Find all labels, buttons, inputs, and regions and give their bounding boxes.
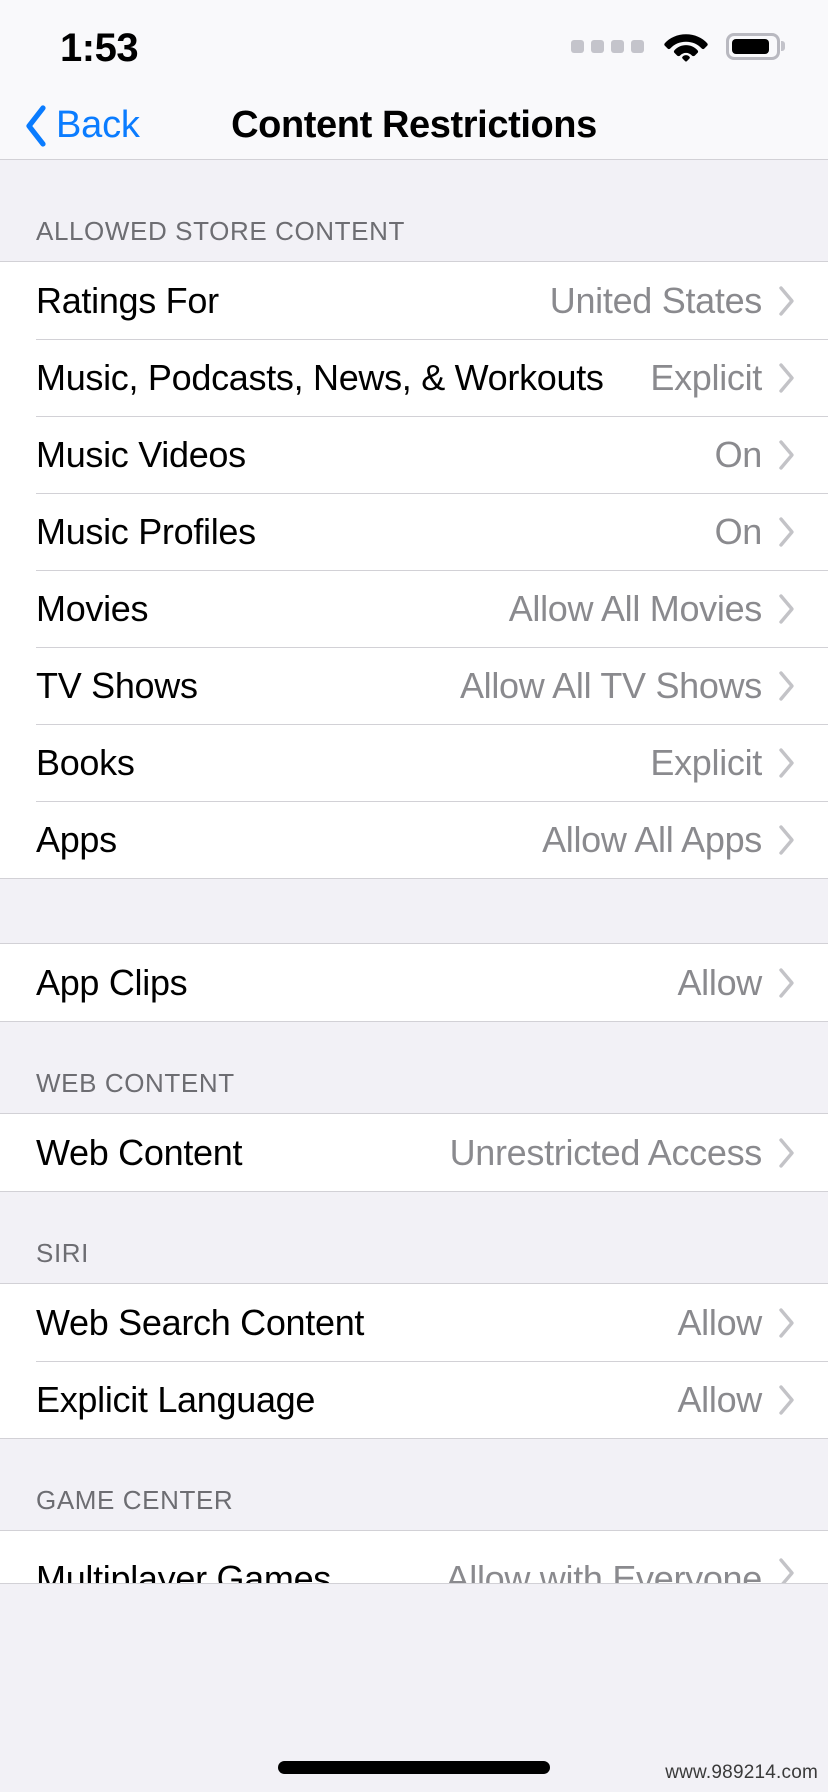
status-bar-time: 1:53 <box>60 26 139 70</box>
row-label: Music Profiles <box>36 510 256 552</box>
row-accessory: Allow All TV Shows <box>460 665 796 707</box>
row-value: Explicit <box>650 741 762 783</box>
section-header-game-center: GAME CENTER <box>0 1439 828 1530</box>
row-label: TV Shows <box>36 664 198 706</box>
row-web-search-content[interactable]: Web Search Content Allow <box>0 1284 828 1361</box>
chevron-right-icon <box>779 967 794 998</box>
section-group-game-center: Multiplayer Games Allow with Everyone <box>0 1530 828 1584</box>
row-value: On <box>714 510 763 552</box>
row-value: Allow <box>677 1301 762 1343</box>
chevron-right-icon <box>779 1384 794 1415</box>
row-label: Music Videos <box>36 433 246 475</box>
chevron-right-icon <box>779 670 794 701</box>
row-accessory: On <box>715 434 796 476</box>
row-label: Multiplayer Games <box>36 1558 331 1584</box>
row-accessory: Allow with Everyone <box>446 1531 796 1583</box>
row-label: Movies <box>36 587 149 629</box>
chevron-left-icon <box>26 104 46 147</box>
row-value: On <box>714 433 763 475</box>
row-value: Allow All Movies <box>508 587 763 629</box>
row-app-clips[interactable]: App Clips Allow <box>0 944 828 1021</box>
row-label: Books <box>36 741 135 783</box>
row-label: Music, Podcasts, News, & Workouts <box>36 356 604 398</box>
row-label: Explicit Language <box>36 1378 316 1420</box>
row-accessory: Allow <box>677 1379 796 1421</box>
row-accessory: Unrestricted Access <box>450 1132 796 1174</box>
row-accessory: Explicit <box>650 357 796 399</box>
navigation-bar: Back Content Restrictions <box>0 92 828 160</box>
row-tv-shows[interactable]: TV Shows Allow All TV Shows <box>0 647 828 724</box>
section-group-allowed-store-content: Ratings For United States Music, Podcast… <box>0 261 828 879</box>
section-gap <box>0 879 828 943</box>
signal-dots-icon <box>571 39 644 53</box>
back-button[interactable]: Back <box>24 104 140 148</box>
row-apps[interactable]: Apps Allow All Apps <box>0 801 828 878</box>
row-value: Allow <box>677 1378 762 1420</box>
row-music-profiles[interactable]: Music Profiles On <box>0 493 828 570</box>
status-bar: 1:53 <box>0 0 828 92</box>
chevron-right-icon <box>779 824 794 855</box>
row-music-podcasts-news-workouts[interactable]: Music, Podcasts, News, & Workouts Explic… <box>0 339 828 416</box>
row-value: United States <box>549 279 763 321</box>
chevron-right-icon <box>779 1137 794 1168</box>
row-accessory: Allow <box>677 962 796 1004</box>
section-group-app-clips: App Clips Allow <box>0 943 828 1022</box>
wifi-icon <box>664 34 708 62</box>
row-value: Allow All TV Shows <box>459 664 762 706</box>
row-label: Apps <box>36 818 117 860</box>
section-header-web-content: WEB CONTENT <box>0 1022 828 1113</box>
row-label: Web Content <box>36 1131 243 1173</box>
row-explicit-language[interactable]: Explicit Language Allow <box>0 1361 828 1438</box>
row-web-content[interactable]: Web Content Unrestricted Access <box>0 1114 828 1191</box>
row-books[interactable]: Books Explicit <box>0 724 828 801</box>
row-ratings-for[interactable]: Ratings For United States <box>0 262 828 339</box>
home-indicator[interactable] <box>278 1761 550 1774</box>
status-bar-indicators <box>571 30 780 62</box>
battery-icon <box>726 32 780 60</box>
row-value: Allow All Apps <box>542 818 762 860</box>
row-label: App Clips <box>36 961 188 1003</box>
row-value: Explicit <box>650 356 762 398</box>
row-accessory: On <box>715 511 796 553</box>
iphone-screen: 1:53 Back Content Restrictions ALLOWED S… <box>0 0 828 1792</box>
row-music-videos[interactable]: Music Videos On <box>0 416 828 493</box>
row-value: Allow with Everyone <box>445 1558 763 1584</box>
back-button-label: Back <box>56 104 140 146</box>
row-label: Web Search Content <box>36 1301 365 1343</box>
row-accessory: Allow <box>677 1302 796 1344</box>
row-accessory: Allow All Apps <box>542 819 796 861</box>
chevron-right-icon <box>779 593 794 624</box>
chevron-right-icon <box>779 747 794 778</box>
section-group-web-content: Web Content Unrestricted Access <box>0 1113 828 1192</box>
row-accessory: United States <box>550 280 796 322</box>
row-accessory: Explicit <box>650 742 796 784</box>
row-value: Unrestricted Access <box>449 1131 763 1173</box>
row-label: Ratings For <box>36 279 219 321</box>
chevron-right-icon <box>779 439 794 470</box>
watermark: www.989214.com <box>665 1762 818 1783</box>
section-header-allowed-store-content: ALLOWED STORE CONTENT <box>0 160 828 261</box>
section-header-siri: SIRI <box>0 1192 828 1283</box>
row-accessory: Allow All Movies <box>509 588 796 630</box>
section-group-siri: Web Search Content Allow Explicit Langua… <box>0 1283 828 1439</box>
row-multiplayer-games[interactable]: Multiplayer Games Allow with Everyone <box>0 1531 828 1583</box>
chevron-right-icon <box>779 285 794 316</box>
chevron-right-icon <box>779 516 794 547</box>
row-value: Allow <box>677 961 762 1003</box>
chevron-right-icon <box>779 362 794 393</box>
chevron-right-icon <box>779 1307 794 1338</box>
settings-list[interactable]: ALLOWED STORE CONTENT Ratings For United… <box>0 160 828 1584</box>
row-movies[interactable]: Movies Allow All Movies <box>0 570 828 647</box>
chevron-right-icon <box>779 1558 794 1583</box>
